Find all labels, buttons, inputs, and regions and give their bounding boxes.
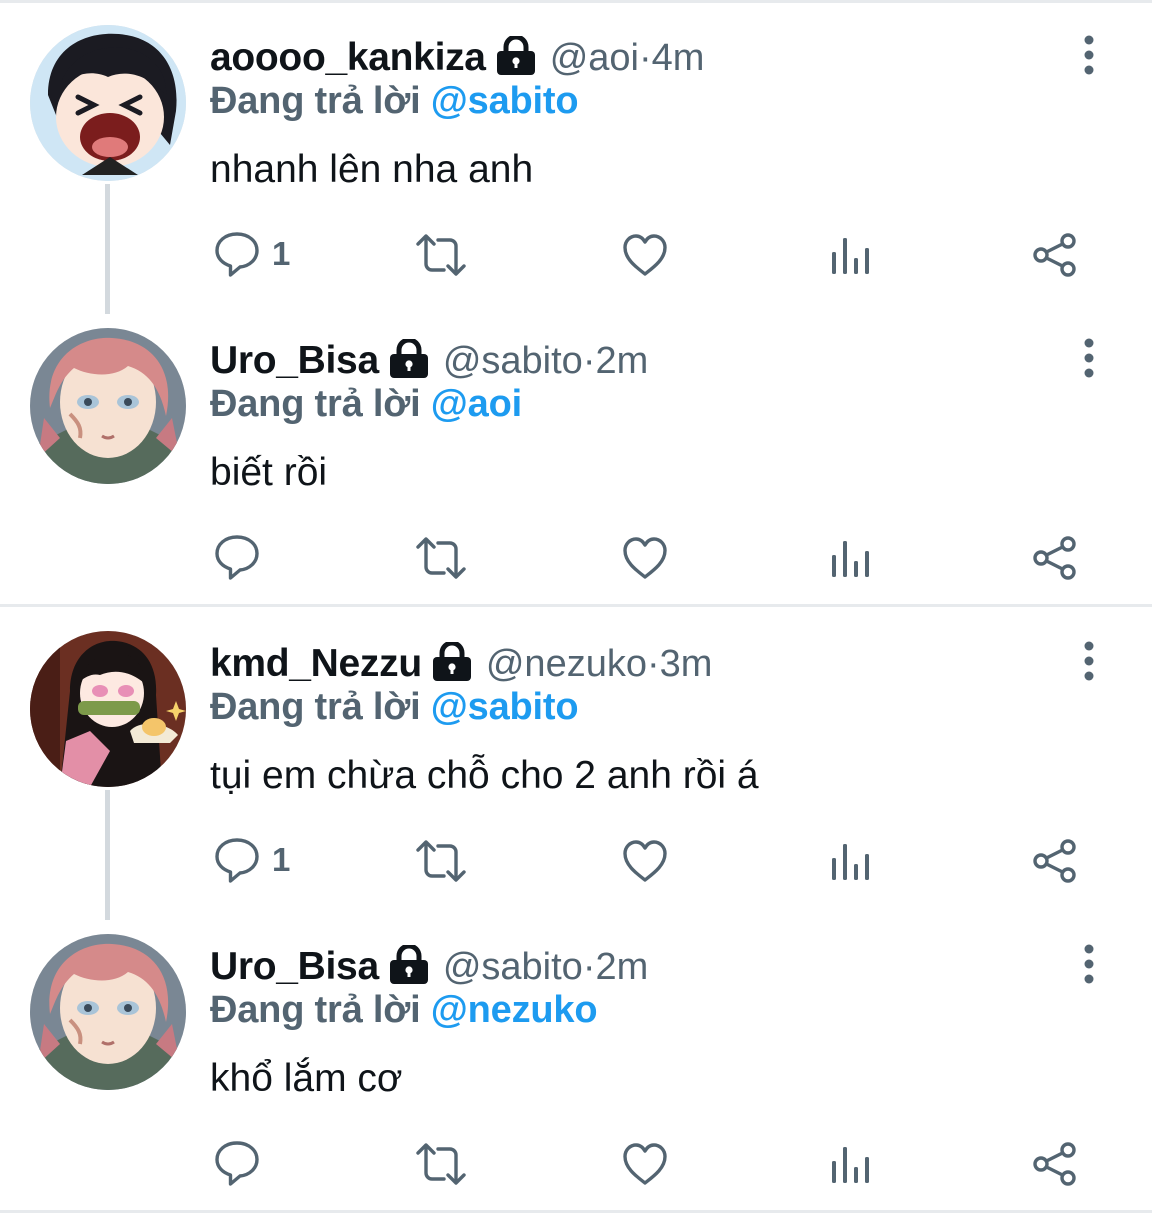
retweet-button[interactable]: [414, 1143, 468, 1185]
reply-count: 1: [272, 841, 291, 878]
lock-icon: [387, 337, 431, 384]
like-icon: [623, 234, 667, 276]
reply-prefix: Đang trả lời: [210, 989, 421, 1031]
tweet[interactable]: Uro_Bisa @sabito · 2m Đang trả lời @nezu…: [0, 909, 1152, 1212]
lock-icon: [387, 943, 431, 990]
like-icon: [623, 1143, 667, 1185]
reply-prefix: Đang trả lời: [210, 80, 421, 122]
tweet[interactable]: kmd_Nezzu @nezuko · 3m Đang trả lời @sab…: [0, 606, 1152, 909]
sabito-avatar[interactable]: [30, 934, 186, 1090]
reply-context: Đang trả lời @aoi: [210, 383, 522, 426]
timestamp[interactable]: 3m: [660, 643, 713, 686]
reply-mention[interactable]: @sabito: [431, 80, 579, 122]
tweet-text: nhanh lên nha anh: [210, 148, 534, 191]
share-button[interactable]: [1032, 536, 1078, 580]
share-icon: [1033, 1142, 1076, 1186]
views-icon: [832, 238, 869, 274]
share-button[interactable]: [1032, 839, 1078, 883]
tweet-header: Uro_Bisa @sabito · 2m: [210, 939, 648, 995]
reply-mention[interactable]: @sabito: [431, 686, 579, 728]
views-button[interactable]: [830, 1145, 870, 1185]
display-name[interactable]: Uro_Bisa: [210, 339, 379, 383]
retweet-button[interactable]: [414, 537, 468, 579]
timestamp[interactable]: 2m: [595, 946, 648, 989]
reply-context: Đang trả lời @sabito: [210, 686, 579, 729]
like-button[interactable]: [622, 1142, 668, 1186]
separator-dot: ·: [646, 642, 660, 685]
tweet-text: khổ lắm cơ: [210, 1057, 403, 1100]
lock-icon: [494, 34, 538, 81]
like-button[interactable]: [622, 233, 668, 277]
tweet-text: biết rồi: [210, 451, 328, 494]
reply-button[interactable]: 1: [214, 836, 290, 884]
sabito-avatar[interactable]: [30, 328, 186, 484]
reply-mention[interactable]: @aoi: [431, 383, 522, 425]
reply-mention[interactable]: @nezuko: [431, 989, 598, 1031]
tweet[interactable]: aoooo_kankiza @aoi · 4m Đang trả lời @sa…: [0, 0, 1152, 303]
share-button[interactable]: [1032, 1142, 1078, 1186]
views-icon: [832, 844, 869, 880]
reply-icon: [215, 838, 259, 883]
tweet[interactable]: Uro_Bisa @sabito · 2m Đang trả lời @aoi …: [0, 303, 1152, 606]
views-button[interactable]: [830, 539, 870, 579]
like-icon: [623, 840, 667, 882]
views-icon: [832, 541, 869, 577]
separator-dot: ·: [639, 36, 652, 79]
user-handle[interactable]: @sabito: [443, 340, 583, 383]
tweet-header: aoooo_kankiza @aoi · 4m: [210, 30, 704, 86]
retweet-button[interactable]: [414, 840, 468, 882]
reply-context: Đang trả lời @nezuko: [210, 989, 598, 1032]
reply-prefix: Đang trả lời: [210, 686, 421, 728]
user-handle[interactable]: @sabito: [443, 946, 583, 989]
reply-icon: [215, 1141, 259, 1186]
reply-icon: [215, 535, 259, 580]
more-icon[interactable]: [1076, 35, 1102, 75]
user-handle[interactable]: @aoi: [550, 37, 639, 80]
lock-icon: [430, 640, 474, 687]
tweet-header: kmd_Nezzu @nezuko · 3m: [210, 636, 712, 692]
reply-prefix: Đang trả lời: [210, 383, 421, 425]
views-icon: [832, 1147, 869, 1183]
tweet-header: Uro_Bisa @sabito · 2m: [210, 333, 648, 389]
share-button[interactable]: [1032, 233, 1078, 277]
nezuko-avatar[interactable]: [30, 631, 186, 787]
share-icon: [1033, 233, 1076, 277]
reply-icon: [215, 232, 259, 277]
share-icon: [1033, 839, 1076, 883]
display-name[interactable]: aoooo_kankiza: [210, 36, 486, 80]
chibi-crying-avatar[interactable]: [30, 25, 186, 181]
more-icon[interactable]: [1076, 944, 1102, 984]
more-icon[interactable]: [1076, 641, 1102, 681]
tweet-text: tụi em chừa chỗ cho 2 anh rồi á: [210, 754, 759, 797]
reply-button[interactable]: [214, 1139, 272, 1187]
reply-context: Đang trả lời @sabito: [210, 80, 579, 123]
user-handle[interactable]: @nezuko: [486, 643, 647, 686]
views-button[interactable]: [830, 236, 870, 276]
retweet-icon: [416, 1143, 466, 1185]
like-icon: [623, 537, 667, 579]
reply-count: 1: [272, 235, 291, 272]
separator-dot: ·: [582, 945, 596, 988]
retweet-icon: [416, 840, 466, 882]
display-name[interactable]: Uro_Bisa: [210, 945, 379, 989]
retweet-icon: [416, 537, 466, 579]
share-icon: [1033, 536, 1076, 580]
timestamp[interactable]: 4m: [652, 37, 705, 80]
views-button[interactable]: [830, 842, 870, 882]
timestamp[interactable]: 2m: [595, 340, 648, 383]
retweet-button[interactable]: [414, 234, 468, 276]
display-name[interactable]: kmd_Nezzu: [210, 642, 422, 686]
reply-button[interactable]: 1: [214, 230, 290, 278]
separator-dot: ·: [582, 339, 596, 382]
more-icon[interactable]: [1076, 338, 1102, 378]
retweet-icon: [416, 234, 466, 276]
reply-button[interactable]: [214, 533, 272, 581]
like-button[interactable]: [622, 839, 668, 883]
like-button[interactable]: [622, 536, 668, 580]
